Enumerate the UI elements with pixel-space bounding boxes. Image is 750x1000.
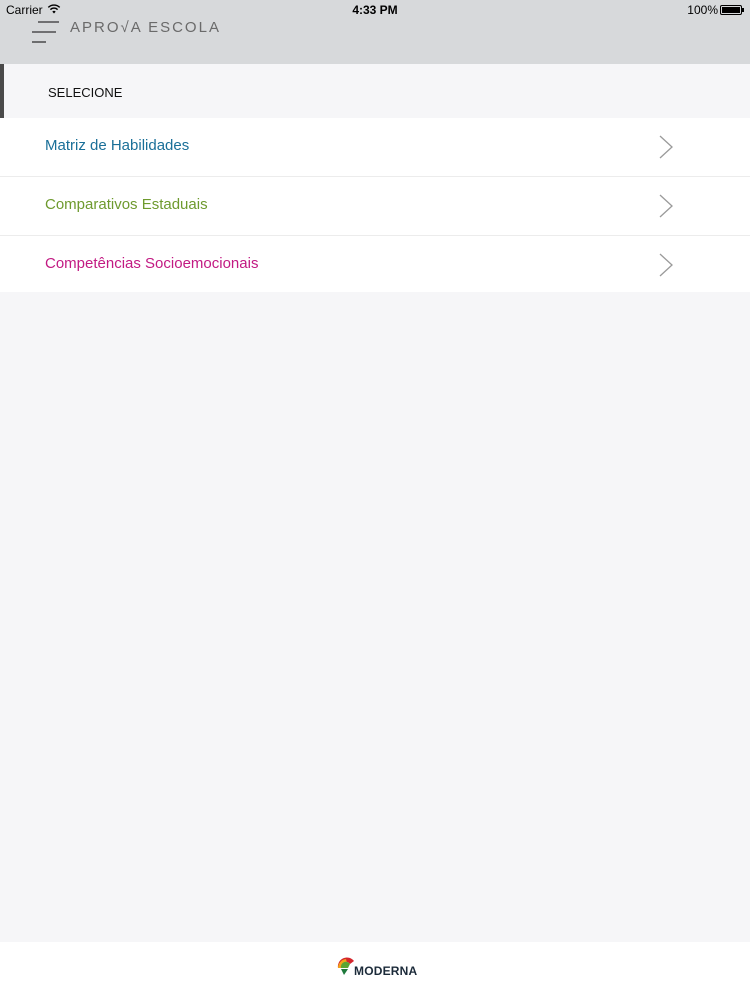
status-bar: Carrier 4:33 PM 100% <box>0 0 750 20</box>
app-header: Carrier 4:33 PM 100% APRO√A ESCOLA <box>0 0 750 64</box>
section-accent-bar <box>0 64 4 118</box>
section-title: SELECIONE <box>48 85 123 100</box>
moderna-logo-text: MODERNA <box>354 964 418 978</box>
battery-icon <box>720 5 744 15</box>
status-time: 4:33 PM <box>352 3 398 17</box>
hamburger-menu-icon[interactable] <box>32 20 60 44</box>
list-item-label: Competências Socioemocionais <box>45 255 259 272</box>
moderna-logo: MODERNA <box>336 956 418 982</box>
list-item-label: Comparativos Estaduais <box>45 196 208 213</box>
footer: MODERNA <box>0 942 750 1000</box>
chevron-right-icon <box>659 253 673 277</box>
list-item-competencias-socioemocionais[interactable]: Competências Socioemocionais <box>0 236 750 292</box>
app-brand-title: APRO√A ESCOLA <box>70 19 221 36</box>
options-list: Matriz de Habilidades Comparativos Estad… <box>0 118 750 292</box>
chevron-right-icon <box>659 135 673 159</box>
chevron-right-icon <box>659 194 673 218</box>
section-header: SELECIONE <box>0 64 750 118</box>
list-item-comparativos-estaduais[interactable]: Comparativos Estaduais <box>0 177 750 236</box>
list-item-label: Matriz de Habilidades <box>45 137 190 154</box>
list-item-matriz-de-habilidades[interactable]: Matriz de Habilidades <box>0 118 750 177</box>
battery-percentage: 100% <box>687 3 718 17</box>
